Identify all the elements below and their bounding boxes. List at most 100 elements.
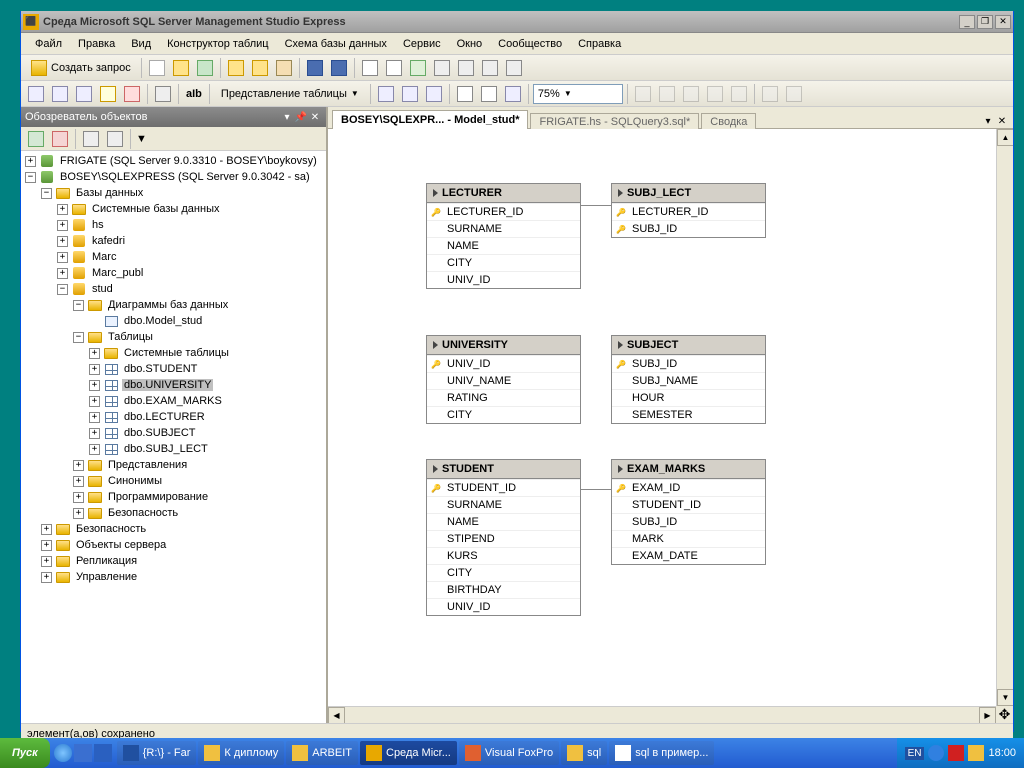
menu-help[interactable]: Справка (570, 36, 629, 52)
server-node-bosey[interactable]: −BOSEY\SQLEXPRESS (SQL Server 9.0.3042 -… (21, 169, 326, 185)
col[interactable]: STIPEND (427, 530, 580, 547)
tb-relation-icon[interactable] (25, 83, 47, 105)
col[interactable]: CITY (427, 406, 580, 423)
col[interactable]: SUBJ_ID (612, 220, 765, 237)
col[interactable]: LECTURER_ID (612, 203, 765, 220)
show-desktop-icon[interactable] (74, 744, 92, 762)
table-subj-lect[interactable]: +dbo.SUBJ_LECT (21, 441, 326, 457)
tb-script-icon[interactable] (273, 57, 295, 79)
table-header[interactable]: EXAM_MARKS (612, 460, 765, 479)
tb-arrange-all-icon[interactable] (423, 83, 445, 105)
replication-node[interactable]: +Репликация (21, 553, 326, 569)
server-objects-node[interactable]: +Объекты сервера (21, 537, 326, 553)
filter-icon[interactable]: ▼ (135, 128, 148, 150)
col[interactable]: SURNAME (427, 220, 580, 237)
close-panel-icon[interactable]: ✕ (308, 110, 322, 124)
table-exam-marks-box[interactable]: EXAM_MARKS EXAM_ID STUDENT_ID SUBJ_ID MA… (611, 459, 766, 565)
tb-open-file-icon[interactable] (249, 57, 271, 79)
tb-recalc-icon[interactable] (502, 83, 524, 105)
tb-align-left-icon[interactable] (632, 83, 654, 105)
vertical-scrollbar[interactable]: ▲ ▼ (996, 129, 1013, 706)
tb-new-text-icon[interactable] (454, 83, 476, 105)
tb-align-top-icon[interactable] (704, 83, 726, 105)
connect-icon[interactable] (25, 128, 47, 150)
tray-av-icon[interactable] (948, 745, 964, 761)
scroll-left-icon[interactable]: ◀ (328, 707, 345, 723)
table-header[interactable]: SUBJ_LECT (612, 184, 765, 203)
col[interactable]: MARK (612, 530, 765, 547)
col[interactable]: EXAM_ID (612, 479, 765, 496)
views-node[interactable]: +Представления (21, 457, 326, 473)
db-marc-publ[interactable]: +Marc_publ (21, 265, 326, 281)
db-kafedri[interactable]: +kafedri (21, 233, 326, 249)
col[interactable]: SURNAME (427, 496, 580, 513)
scroll-up-icon[interactable]: ▲ (997, 129, 1013, 146)
tb-templates-icon[interactable] (503, 57, 525, 79)
table-student[interactable]: +dbo.STUDENT (21, 361, 326, 377)
pin-icon[interactable]: 📌 (294, 110, 308, 124)
tb-task-list-icon[interactable] (407, 57, 429, 79)
menu-tools[interactable]: Сервис (395, 36, 449, 52)
col[interactable]: CITY (427, 254, 580, 271)
close-button[interactable]: ✕ (995, 15, 1011, 29)
systables-node[interactable]: +Системные таблицы (21, 345, 326, 361)
tb-add-related-icon[interactable] (73, 83, 95, 105)
tab-close-icon[interactable]: ✕ (995, 114, 1009, 128)
table-exam-marks[interactable]: +dbo.EXAM_MARKS (21, 393, 326, 409)
task-sql[interactable]: sql (561, 741, 607, 765)
col[interactable]: SUBJ_NAME (612, 372, 765, 389)
lang-indicator[interactable]: EN (905, 747, 925, 760)
col[interactable]: UNIV_ID (427, 598, 580, 615)
task-diplomu[interactable]: К диплому (198, 741, 284, 765)
tb-save-all-icon[interactable] (328, 57, 350, 79)
task-vfp[interactable]: Visual FoxPro (459, 741, 559, 765)
menu-community[interactable]: Сообщество (490, 36, 570, 52)
table-subj-lect-box[interactable]: SUBJ_LECT LECTURER_ID SUBJ_ID (611, 183, 766, 238)
tab-sqlquery3[interactable]: FRIGATE.hs - SQLQuery3.sql* (530, 113, 699, 130)
scroll-right-icon[interactable]: ▶ (979, 707, 996, 723)
refresh-icon[interactable] (104, 128, 126, 150)
menu-view[interactable]: Вид (123, 36, 159, 52)
minimize-button[interactable]: _ (959, 15, 975, 29)
col[interactable]: SEMESTER (612, 406, 765, 423)
col[interactable]: EXAM_DATE (612, 547, 765, 564)
table-university[interactable]: +dbo.UNIVERSITY (21, 377, 326, 393)
table-student-box[interactable]: STUDENT STUDENT_ID SURNAME NAME STIPEND … (426, 459, 581, 616)
task-ssms[interactable]: Среда Micr... (360, 741, 457, 765)
programming-node[interactable]: +Программирование (21, 489, 326, 505)
db-marc[interactable]: +Marc (21, 249, 326, 265)
tb-new-analysis-icon[interactable] (194, 57, 216, 79)
col[interactable]: NAME (427, 513, 580, 530)
col[interactable]: LECTURER_ID (427, 203, 580, 220)
active-files-icon[interactable]: ▾ (981, 114, 995, 128)
tb-copy-icon[interactable] (359, 57, 381, 79)
horizontal-scrollbar[interactable]: ◀ ▶ (328, 706, 996, 723)
tables-node[interactable]: −Таблицы (21, 329, 326, 345)
db-stud[interactable]: −stud (21, 281, 326, 297)
security-node[interactable]: +Безопасность (21, 521, 326, 537)
diagram-resize-grip-icon[interactable]: ✥ (996, 706, 1013, 723)
table-lecturer[interactable]: +dbo.LECTURER (21, 409, 326, 425)
menu-file[interactable]: Файл (27, 36, 70, 52)
ie-icon[interactable] (54, 744, 72, 762)
task-arbeit[interactable]: ARBEIT (286, 741, 358, 765)
tb-paste-icon[interactable] (383, 57, 405, 79)
diagram-model-stud[interactable]: dbo.Model_stud (21, 313, 326, 329)
col[interactable]: STUDENT_ID (612, 496, 765, 513)
col[interactable]: SUBJ_ID (612, 513, 765, 530)
col[interactable]: UNIV_ID (427, 355, 580, 372)
start-button[interactable]: Пуск (0, 738, 50, 768)
clock[interactable]: 18:00 (988, 747, 1016, 759)
table-university-box[interactable]: UNIVERSITY UNIV_ID UNIV_NAME RATING CITY (426, 335, 581, 424)
scroll-down-icon[interactable]: ▼ (997, 689, 1013, 706)
relation-line[interactable] (581, 489, 611, 490)
col[interactable]: RATING (427, 389, 580, 406)
table-header[interactable]: LECTURER (427, 184, 580, 203)
menu-table-designer[interactable]: Конструктор таблиц (159, 36, 276, 52)
col[interactable]: NAME (427, 237, 580, 254)
col[interactable]: UNIV_NAME (427, 372, 580, 389)
tb-page-breaks-icon[interactable] (478, 83, 500, 105)
tb-text-icon[interactable]: aIb (183, 83, 205, 105)
tb-arrange-sel-icon[interactable] (399, 83, 421, 105)
tb-new-db-icon[interactable] (146, 57, 168, 79)
